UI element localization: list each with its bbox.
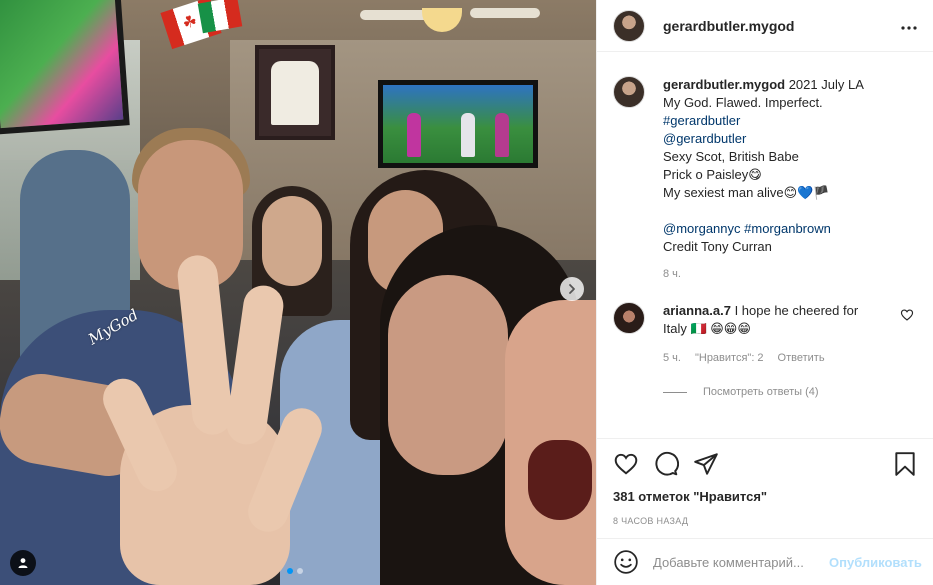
post-header: gerardbutler.mygod: [597, 0, 933, 52]
author-username[interactable]: gerardbutler.mygod: [663, 18, 794, 34]
caption-line: Sexy Scot, British Babe: [663, 149, 799, 164]
tagged-users-button[interactable]: [10, 550, 36, 576]
framed-jersey: [255, 45, 335, 140]
author-avatar[interactable]: [613, 9, 645, 42]
replies-divider: [663, 391, 687, 393]
reply-button[interactable]: Ответить: [778, 352, 825, 364]
comments-section: gerardbutler.mygod 2021 July LA My God. …: [597, 76, 933, 436]
more-options-button[interactable]: [900, 15, 918, 35]
heart-icon[interactable]: [900, 308, 914, 322]
carousel-indicator: [287, 568, 303, 574]
comment-timestamp[interactable]: 5 ч.: [663, 352, 681, 364]
post-caption: gerardbutler.mygod 2021 July LA My God. …: [613, 76, 918, 256]
carousel-next-button[interactable]: [560, 277, 584, 301]
caption-credit: Credit Tony Curran: [663, 239, 772, 254]
woman-front-face: [388, 275, 508, 475]
raised-hand: [96, 253, 328, 585]
post-actions: 381 отметок "Нравится" 8 ЧАСОВ НАЗАД: [597, 438, 933, 538]
comment-item: arianna.a.7 I hope he cheered for Italy …: [613, 302, 918, 338]
emoji-icon[interactable]: [613, 549, 639, 575]
post-timestamp[interactable]: 8 ЧАСОВ НАЗАД: [613, 516, 918, 526]
chevron-right-icon: [569, 284, 575, 294]
likes-count[interactable]: 381 отметок "Нравится": [613, 489, 918, 504]
post-side-panel: gerardbutler.mygod gerardbutler.mygod 20…: [596, 0, 933, 585]
carousel-dot: [297, 568, 303, 574]
commenter-username[interactable]: arianna.a.7: [663, 303, 731, 318]
comment-composer: Опубликовать: [597, 538, 933, 585]
post-media[interactable]: MyGod: [0, 0, 596, 585]
comment-input[interactable]: [653, 554, 829, 570]
caption-author[interactable]: gerardbutler.mygod: [663, 77, 785, 92]
mention-link[interactable]: @gerardbutler: [663, 130, 864, 148]
more-icon: [901, 26, 917, 30]
caption-line: My sexiest man alive😊💙🏴: [663, 185, 830, 200]
publish-button[interactable]: Опубликовать: [829, 555, 922, 570]
hashtag-link[interactable]: #morganbrown: [744, 221, 831, 236]
ceiling-fan: [360, 0, 540, 40]
tv-screen-right: [378, 80, 538, 168]
commenter-avatar[interactable]: [613, 302, 645, 334]
woman-open-mouth: [528, 440, 592, 520]
caption-author-avatar[interactable]: [613, 76, 645, 108]
comment-likes-count[interactable]: "Нравится": 2: [695, 352, 764, 364]
bookmark-icon[interactable]: [892, 451, 918, 477]
heart-icon[interactable]: [613, 451, 639, 477]
view-replies-button[interactable]: Посмотреть ответы (4): [663, 386, 918, 398]
tag-user-icon: [18, 558, 28, 568]
tv-screen-left: [0, 0, 130, 135]
caption-line: Prick o Paisley😋: [663, 167, 762, 182]
caption-line: 2021 July LA: [788, 77, 864, 92]
hashtag-link[interactable]: #gerardbutler: [663, 112, 864, 130]
view-replies-label: Посмотреть ответы (4): [703, 386, 819, 398]
carousel-dot-active: [287, 568, 293, 574]
caption-timestamp[interactable]: 8 ч.: [663, 268, 918, 280]
caption-line: My God. Flawed. Imperfect.: [663, 95, 823, 110]
mention-link[interactable]: @morgannyc: [663, 221, 741, 236]
comment-meta: 5 ч. "Нравится": 2 Ответить: [663, 352, 918, 364]
comment-icon[interactable]: [653, 451, 679, 477]
share-icon[interactable]: [693, 451, 719, 477]
tv-football-match: [383, 85, 533, 163]
